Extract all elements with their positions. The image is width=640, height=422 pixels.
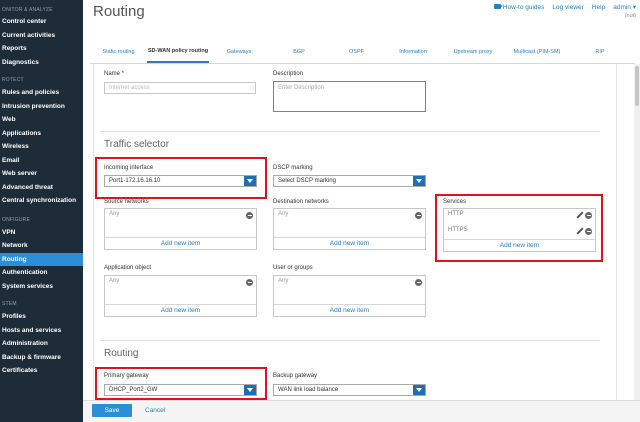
name-input[interactable]: Internet access <box>104 82 256 94</box>
add-source-network-button[interactable]: Add new item <box>105 237 256 249</box>
admin-subtitle: (nut) <box>624 13 636 19</box>
sidebar-item-central-sync[interactable]: Central synchronization <box>0 194 83 208</box>
highlight-incoming-interface <box>95 157 267 199</box>
description-label: Description <box>273 71 304 77</box>
list-item: Any <box>274 209 425 222</box>
scrollbar-thumb[interactable] <box>635 66 639 106</box>
admin-menu[interactable]: admin ▾ <box>613 3 636 11</box>
remove-icon[interactable] <box>415 212 422 219</box>
routing-section-title: Routing <box>104 348 139 359</box>
top-links: How-to guides Log viewer Help admin ▾ <box>493 3 636 11</box>
remove-icon[interactable] <box>246 212 253 219</box>
backup-gateway-value: WAN link load balance <box>278 387 339 393</box>
log-viewer-link[interactable]: Log viewer <box>552 4 583 11</box>
sidebar-item-control-center[interactable]: Control center <box>0 15 83 29</box>
sidebar-section-monitor: ONITOR & ANALYZE <box>2 7 53 13</box>
source-networks-label: Source networks <box>104 199 149 205</box>
footer-bar: Save Cancel <box>83 400 640 422</box>
user-groups-list: Any Add new item <box>273 275 426 317</box>
backup-gateway-label: Backup gateway <box>273 373 318 379</box>
sidebar-item-routing[interactable]: Routing <box>0 252 83 266</box>
highlight-primary-gateway <box>95 367 267 400</box>
description-textarea[interactable]: Enter Description <box>273 81 426 112</box>
list-item: Any <box>274 276 425 289</box>
tab-ospf[interactable]: OSPF <box>329 42 384 63</box>
sidebar-item-web-server[interactable]: Web server <box>0 167 83 181</box>
backup-gateway-select[interactable]: WAN link load balance <box>273 384 426 396</box>
source-networks-list: Any Add new item <box>104 208 257 250</box>
add-destination-network-button[interactable]: Add new item <box>274 237 425 249</box>
sidebar-section-system: STEM <box>2 301 17 307</box>
sidebar-item-web[interactable]: Web <box>0 113 83 127</box>
sidebar-item-system-services[interactable]: System services <box>0 280 83 294</box>
list-item: Any <box>105 209 256 222</box>
list-item: Any <box>105 276 256 289</box>
destination-networks-label: Destination networks <box>273 199 329 205</box>
chevron-down-icon <box>413 385 425 395</box>
sidebar-section-configure: ONFIGURE <box>2 216 30 223</box>
sidebar-section-protect: ROTECT <box>2 77 24 83</box>
tab-static-routing[interactable]: Static routing <box>90 42 147 63</box>
page-title: Routing <box>93 3 145 20</box>
sidebar-item-applications[interactable]: Applications <box>0 127 83 141</box>
how-to-guides-label: How-to guides <box>502 3 545 11</box>
chevron-down-icon <box>413 176 425 186</box>
tab-bar: Static routing SD-WAN policy routing Gat… <box>90 42 635 64</box>
tab-gateways[interactable]: Gateways <box>209 42 269 63</box>
help-link[interactable]: Help <box>592 4 605 11</box>
traffic-selector-title: Traffic selector <box>104 139 170 150</box>
tab-upstream-proxy[interactable]: Upstream proxy <box>442 42 504 63</box>
cancel-button[interactable]: Cancel <box>145 404 165 417</box>
sidebar-item-rules-policies[interactable]: Rules and policies <box>0 86 83 100</box>
list-item-label: Any <box>278 211 289 217</box>
sidebar-item-advanced-threat[interactable]: Advanced threat <box>0 181 83 195</box>
divider <box>100 131 600 132</box>
sidebar-item-certificates[interactable]: Certificates <box>0 364 83 378</box>
video-icon <box>493 4 503 10</box>
tab-multicast[interactable]: Multicast (PIM-SM) <box>504 42 570 63</box>
tab-bgp[interactable]: BGP <box>269 42 329 63</box>
dscp-label: DSCP marking <box>273 165 313 171</box>
sidebar-item-vpn[interactable]: VPN <box>0 226 83 240</box>
list-item-label: Any <box>109 278 120 284</box>
add-application-object-button[interactable]: Add new item <box>105 304 256 316</box>
tab-rip[interactable]: RIP <box>570 42 630 63</box>
tab-information[interactable]: Information <box>384 42 442 63</box>
sidebar-item-wireless[interactable]: Wireless <box>0 140 83 154</box>
sidebar-item-profiles[interactable]: Profiles <box>0 310 83 324</box>
application-object-label: Application object <box>104 265 152 271</box>
save-button[interactable]: Save <box>92 404 132 417</box>
scrollbar-track[interactable] <box>634 64 640 400</box>
dscp-value: Select DSCP marking <box>278 178 336 184</box>
tab-sd-wan-policy-routing[interactable]: SD-WAN policy routing <box>147 42 209 63</box>
remove-icon[interactable] <box>246 279 253 286</box>
sidebar-item-email[interactable]: Email <box>0 154 83 168</box>
add-user-group-button[interactable]: Add new item <box>274 304 425 316</box>
sidebar-item-hosts-services[interactable]: Hosts and services <box>0 324 83 338</box>
divider <box>100 340 600 341</box>
list-item-label: Any <box>278 278 289 284</box>
sidebar-item-backup-firmware[interactable]: Backup & firmware <box>0 351 83 365</box>
name-label: Name * <box>104 71 125 77</box>
list-item-label: Any <box>109 211 120 217</box>
sidebar-item-reports[interactable]: Reports <box>0 42 83 56</box>
destination-networks-list: Any Add new item <box>273 208 426 250</box>
application-object-list: Any Add new item <box>104 275 257 317</box>
sidebar-item-network[interactable]: Network <box>0 239 83 253</box>
dscp-select[interactable]: Select DSCP marking <box>273 175 426 187</box>
how-to-guides-link[interactable]: How-to guides <box>493 3 545 11</box>
sidebar-item-authentication[interactable]: Authentication <box>0 266 83 280</box>
user-groups-label: User or groups <box>273 265 313 271</box>
sidebar: ONITOR & ANALYZE Control center Current … <box>0 0 83 422</box>
remove-icon[interactable] <box>415 279 422 286</box>
sidebar-item-intrusion-prevention[interactable]: Intrusion prevention <box>0 100 83 114</box>
highlight-services <box>435 194 603 262</box>
sidebar-item-diagnostics[interactable]: Diagnostics <box>0 56 83 70</box>
sidebar-item-administration[interactable]: Administration <box>0 337 83 351</box>
sidebar-item-current-activities[interactable]: Current activities <box>0 29 83 43</box>
